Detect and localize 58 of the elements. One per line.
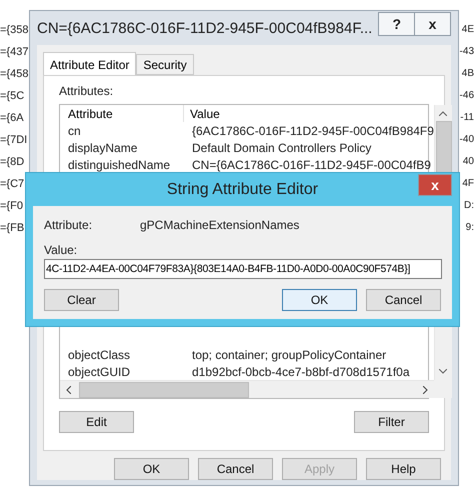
column-header[interactable]: Attribute <box>60 105 184 122</box>
list-cell: 4F <box>462 178 474 189</box>
scrollbar-thumb[interactable] <box>79 382 249 398</box>
list-cell: ={FB <box>0 222 24 234</box>
attribute-value: top; container; groupPolicyContainer <box>192 348 388 362</box>
list-cell: -43 <box>460 46 474 57</box>
help-button[interactable]: ? <box>378 12 416 36</box>
attribute-label: Attribute: <box>44 218 94 232</box>
list-cell: 4B <box>462 68 474 79</box>
dialog-button[interactable]: Clear <box>44 289 119 311</box>
list-cell: ={5C <box>0 90 24 102</box>
attribute-value: Default Domain Controllers Policy <box>192 140 372 154</box>
list-cell: 9: <box>466 222 474 233</box>
attribute-name: objectGUID <box>68 364 132 378</box>
list-cell: -40 <box>460 134 474 145</box>
dialog-button[interactable]: OK <box>114 458 189 480</box>
list-cell: ={C7 <box>0 178 24 190</box>
list-cell: 40 <box>462 156 474 167</box>
attribute-value: d1b92bcf-0bcb-4ce7-b8bf-d708d1571f0a <box>192 364 411 378</box>
list-cell: -11 <box>460 112 474 123</box>
list-cell: 4E <box>462 24 474 35</box>
list-cell: ={8D <box>0 156 24 168</box>
column-header[interactable]: Value <box>184 105 434 122</box>
attribute-name: distinguishedName <box>68 158 172 172</box>
attribute-value: CN={6AC1786C-016F-11D2-945F-00C04fB9 <box>192 158 432 172</box>
tab[interactable]: Attribute Editor <box>43 52 136 76</box>
filter-button[interactable]: Filter <box>354 411 429 433</box>
edit-button[interactable]: Edit <box>59 411 134 433</box>
dialog-button[interactable]: Cancel <box>366 289 441 311</box>
close-button[interactable]: x <box>414 12 451 36</box>
attribute-name: objectClass <box>68 348 132 362</box>
scroll-right-icon[interactable] <box>422 386 428 394</box>
horizontal-scrollbar[interactable] <box>60 380 434 398</box>
list-cell: ={7DI <box>0 134 28 146</box>
attribute-value: {6AC1786C-016F-11D2-945F-00C04fB984F9 <box>192 124 434 138</box>
list-cell: ={358 <box>0 24 28 36</box>
tab[interactable]: Security <box>136 54 194 75</box>
dialog-button[interactable]: Help <box>366 458 441 480</box>
close-button[interactable]: x <box>418 174 452 196</box>
list-cell: ={F0 <box>0 200 23 212</box>
list-cell: ={6A <box>0 112 24 124</box>
list-cell: -46 <box>460 90 474 101</box>
scroll-up-icon[interactable] <box>439 111 448 116</box>
attribute-name: cn <box>68 124 82 138</box>
value-field[interactable]: 4C-11D2-A4EA-00C04F79F83A}{803E14A0-B4FB-11D0-A0D0-00A0C90F574B}] <box>44 259 442 279</box>
list-cell: D: <box>464 200 474 211</box>
attributes-label: Attributes: <box>59 84 114 98</box>
value-label: Value: <box>44 243 78 257</box>
attribute-name: displayName <box>68 140 138 154</box>
dialog-button[interactable]: Cancel <box>198 458 273 480</box>
window-title: CN={6AC1786C-016F-11D2-945F-00C04fB984F... <box>37 20 372 36</box>
scroll-left-icon[interactable] <box>66 386 71 394</box>
attribute-value: gPCMachineExtensionNames <box>140 218 300 232</box>
dialog-button[interactable]: OK <box>282 289 357 311</box>
list-cell: ={437 <box>0 46 28 58</box>
window-title: String Attribute Editor <box>166 180 320 198</box>
scroll-down-icon[interactable] <box>439 369 448 374</box>
list-cell: ={458 <box>0 68 28 80</box>
